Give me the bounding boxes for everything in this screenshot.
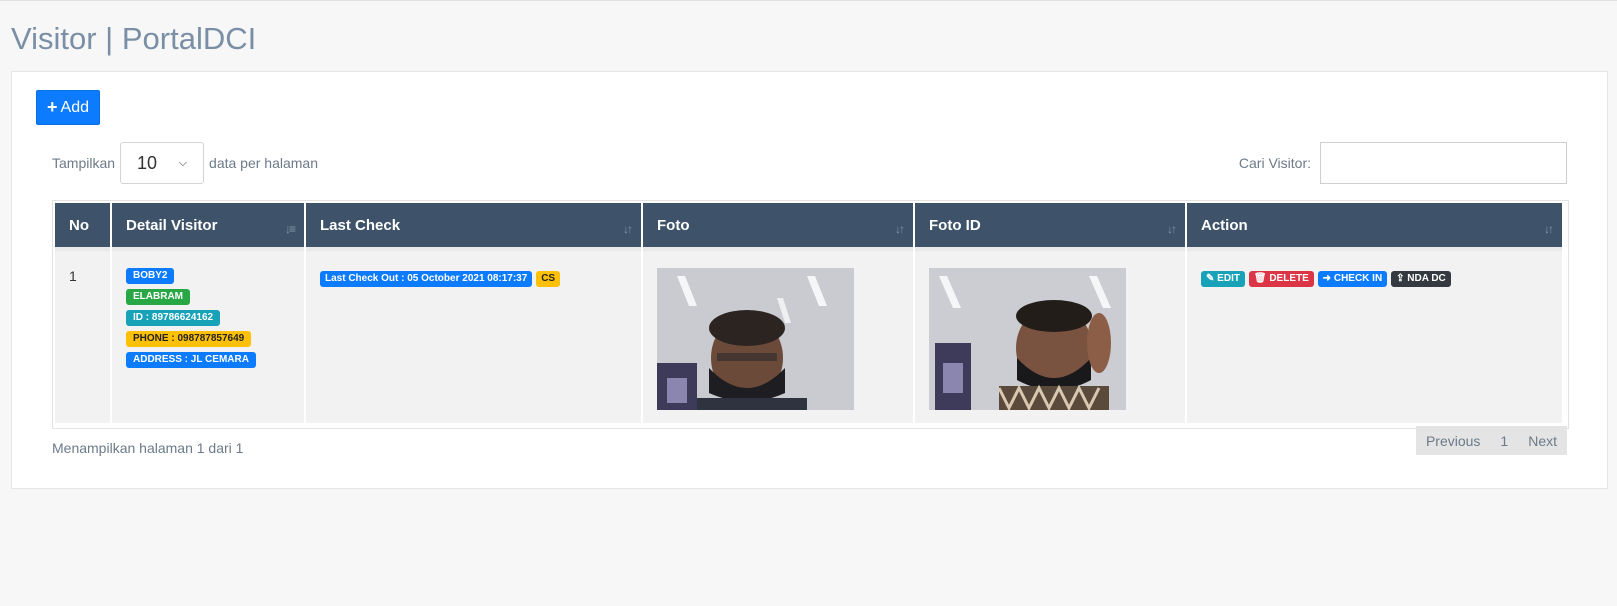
sort-desc-icon: ↓≡ — [284, 222, 296, 236]
visitor-photo[interactable] — [657, 268, 854, 410]
page-1-button[interactable]: 1 — [1490, 426, 1518, 455]
column-header-last-check[interactable]: Last Check ↓↑ — [306, 203, 641, 251]
search-input[interactable] — [1320, 142, 1567, 184]
table-row: 1 BOBY2 ELABRAM ID : 89786624162 PHONE :… — [55, 251, 1562, 423]
previous-page-button[interactable]: Previous — [1416, 426, 1490, 455]
visitor-company-badge: ELABRAM — [126, 289, 190, 305]
delete-button[interactable]: 🗑 DELETE — [1248, 271, 1314, 287]
page-length-value: 10 — [137, 152, 158, 173]
visitor-id-photo[interactable] — [929, 268, 1126, 410]
cell-detail: BOBY2 ELABRAM ID : 89786624162 PHONE : 0… — [112, 251, 304, 423]
edit-label: EDIT — [1217, 273, 1240, 284]
edit-icon: ✎ — [1206, 273, 1215, 284]
upload-icon: ⇪ — [1396, 273, 1405, 284]
plus-icon: + — [47, 97, 58, 117]
header-label: Action — [1201, 216, 1248, 234]
cell-action: ✎ EDIT 🗑 DELETE ➜ CHECK IN ⇪ NDA DC — [1187, 251, 1562, 423]
column-header-action[interactable]: Action ↓↑ — [1187, 203, 1562, 251]
nda-dc-button[interactable]: ⇪ NDA DC — [1391, 271, 1451, 287]
sort-icon: ↓↑ — [1167, 222, 1177, 236]
page-length-control: Tampilkan 10 ⌵ data per halaman — [52, 142, 318, 184]
visitor-address-badge: ADDRESS : JL CEMARA — [126, 352, 256, 368]
column-header-detail[interactable]: Detail Visitor ↓≡ — [112, 203, 304, 251]
search-control: Cari Visitor: — [1239, 142, 1567, 184]
column-header-no[interactable]: No — [55, 203, 110, 251]
visitor-name-badge: BOBY2 — [126, 268, 175, 284]
cell-foto — [643, 251, 913, 423]
chevron-down-icon: ⌵ — [178, 156, 188, 169]
page-length-select[interactable]: 10 ⌵ — [120, 142, 205, 184]
length-prefix: Tampilkan — [52, 155, 116, 171]
sign-in-icon: ➜ — [1322, 273, 1332, 284]
sort-icon: ↓↑ — [623, 222, 633, 236]
visitor-id-badge: ID : 89786624162 — [126, 310, 221, 326]
cell-no: 1 — [55, 251, 110, 423]
visitor-table: No Detail Visitor ↓≡ Last Check ↓↑ Foto ↓↑ … — [53, 203, 1564, 423]
add-button-label: Add — [60, 98, 89, 116]
page-title: Visitor | PortalDCI — [11, 21, 257, 56]
cell-foto-id — [915, 251, 1185, 423]
edit-button[interactable]: ✎ EDIT — [1201, 271, 1245, 287]
add-button[interactable]: + Add — [36, 90, 100, 125]
trash-icon: 🗑 — [1253, 273, 1267, 284]
table-info: Menampilkan halaman 1 dari 1 — [52, 440, 244, 456]
cell-last-check: Last Check Out : 05 October 2021 08:17:3… — [306, 251, 641, 423]
header-label: No — [69, 216, 89, 234]
header-label: Detail Visitor — [126, 216, 218, 234]
length-suffix: data per halaman — [209, 155, 318, 171]
header-label: Foto ID — [929, 216, 981, 234]
pagination: Previous 1 Next — [1415, 426, 1567, 455]
check-in-button[interactable]: ➜ CHECK IN — [1317, 271, 1388, 287]
sort-icon: ↓↑ — [1544, 222, 1554, 236]
last-check-badge: Last Check Out : 05 October 2021 08:17:3… — [320, 271, 533, 287]
visitor-table-wrapper: No Detail Visitor ↓≡ Last Check ↓↑ Foto ↓↑ … — [52, 200, 1569, 429]
visitor-card: + Add Tampilkan 10 ⌵ data per halaman Ca… — [11, 71, 1608, 489]
next-page-button[interactable]: Next — [1518, 426, 1567, 455]
header-label: Last Check — [320, 216, 401, 234]
check-tag-badge: CS — [536, 271, 561, 287]
header-label: Foto — [657, 216, 690, 234]
search-label: Cari Visitor: — [1238, 155, 1311, 171]
column-header-foto[interactable]: Foto ↓↑ — [643, 203, 913, 251]
column-header-foto-id[interactable]: Foto ID ↓↑ — [915, 203, 1185, 251]
delete-label: DELETE — [1269, 273, 1309, 284]
sort-icon: ↓↑ — [895, 222, 905, 236]
visitor-phone-badge: PHONE : 098787857649 — [126, 331, 252, 347]
check-in-label: CHECK IN — [1333, 273, 1383, 284]
nda-dc-label: NDA DC — [1407, 273, 1446, 284]
